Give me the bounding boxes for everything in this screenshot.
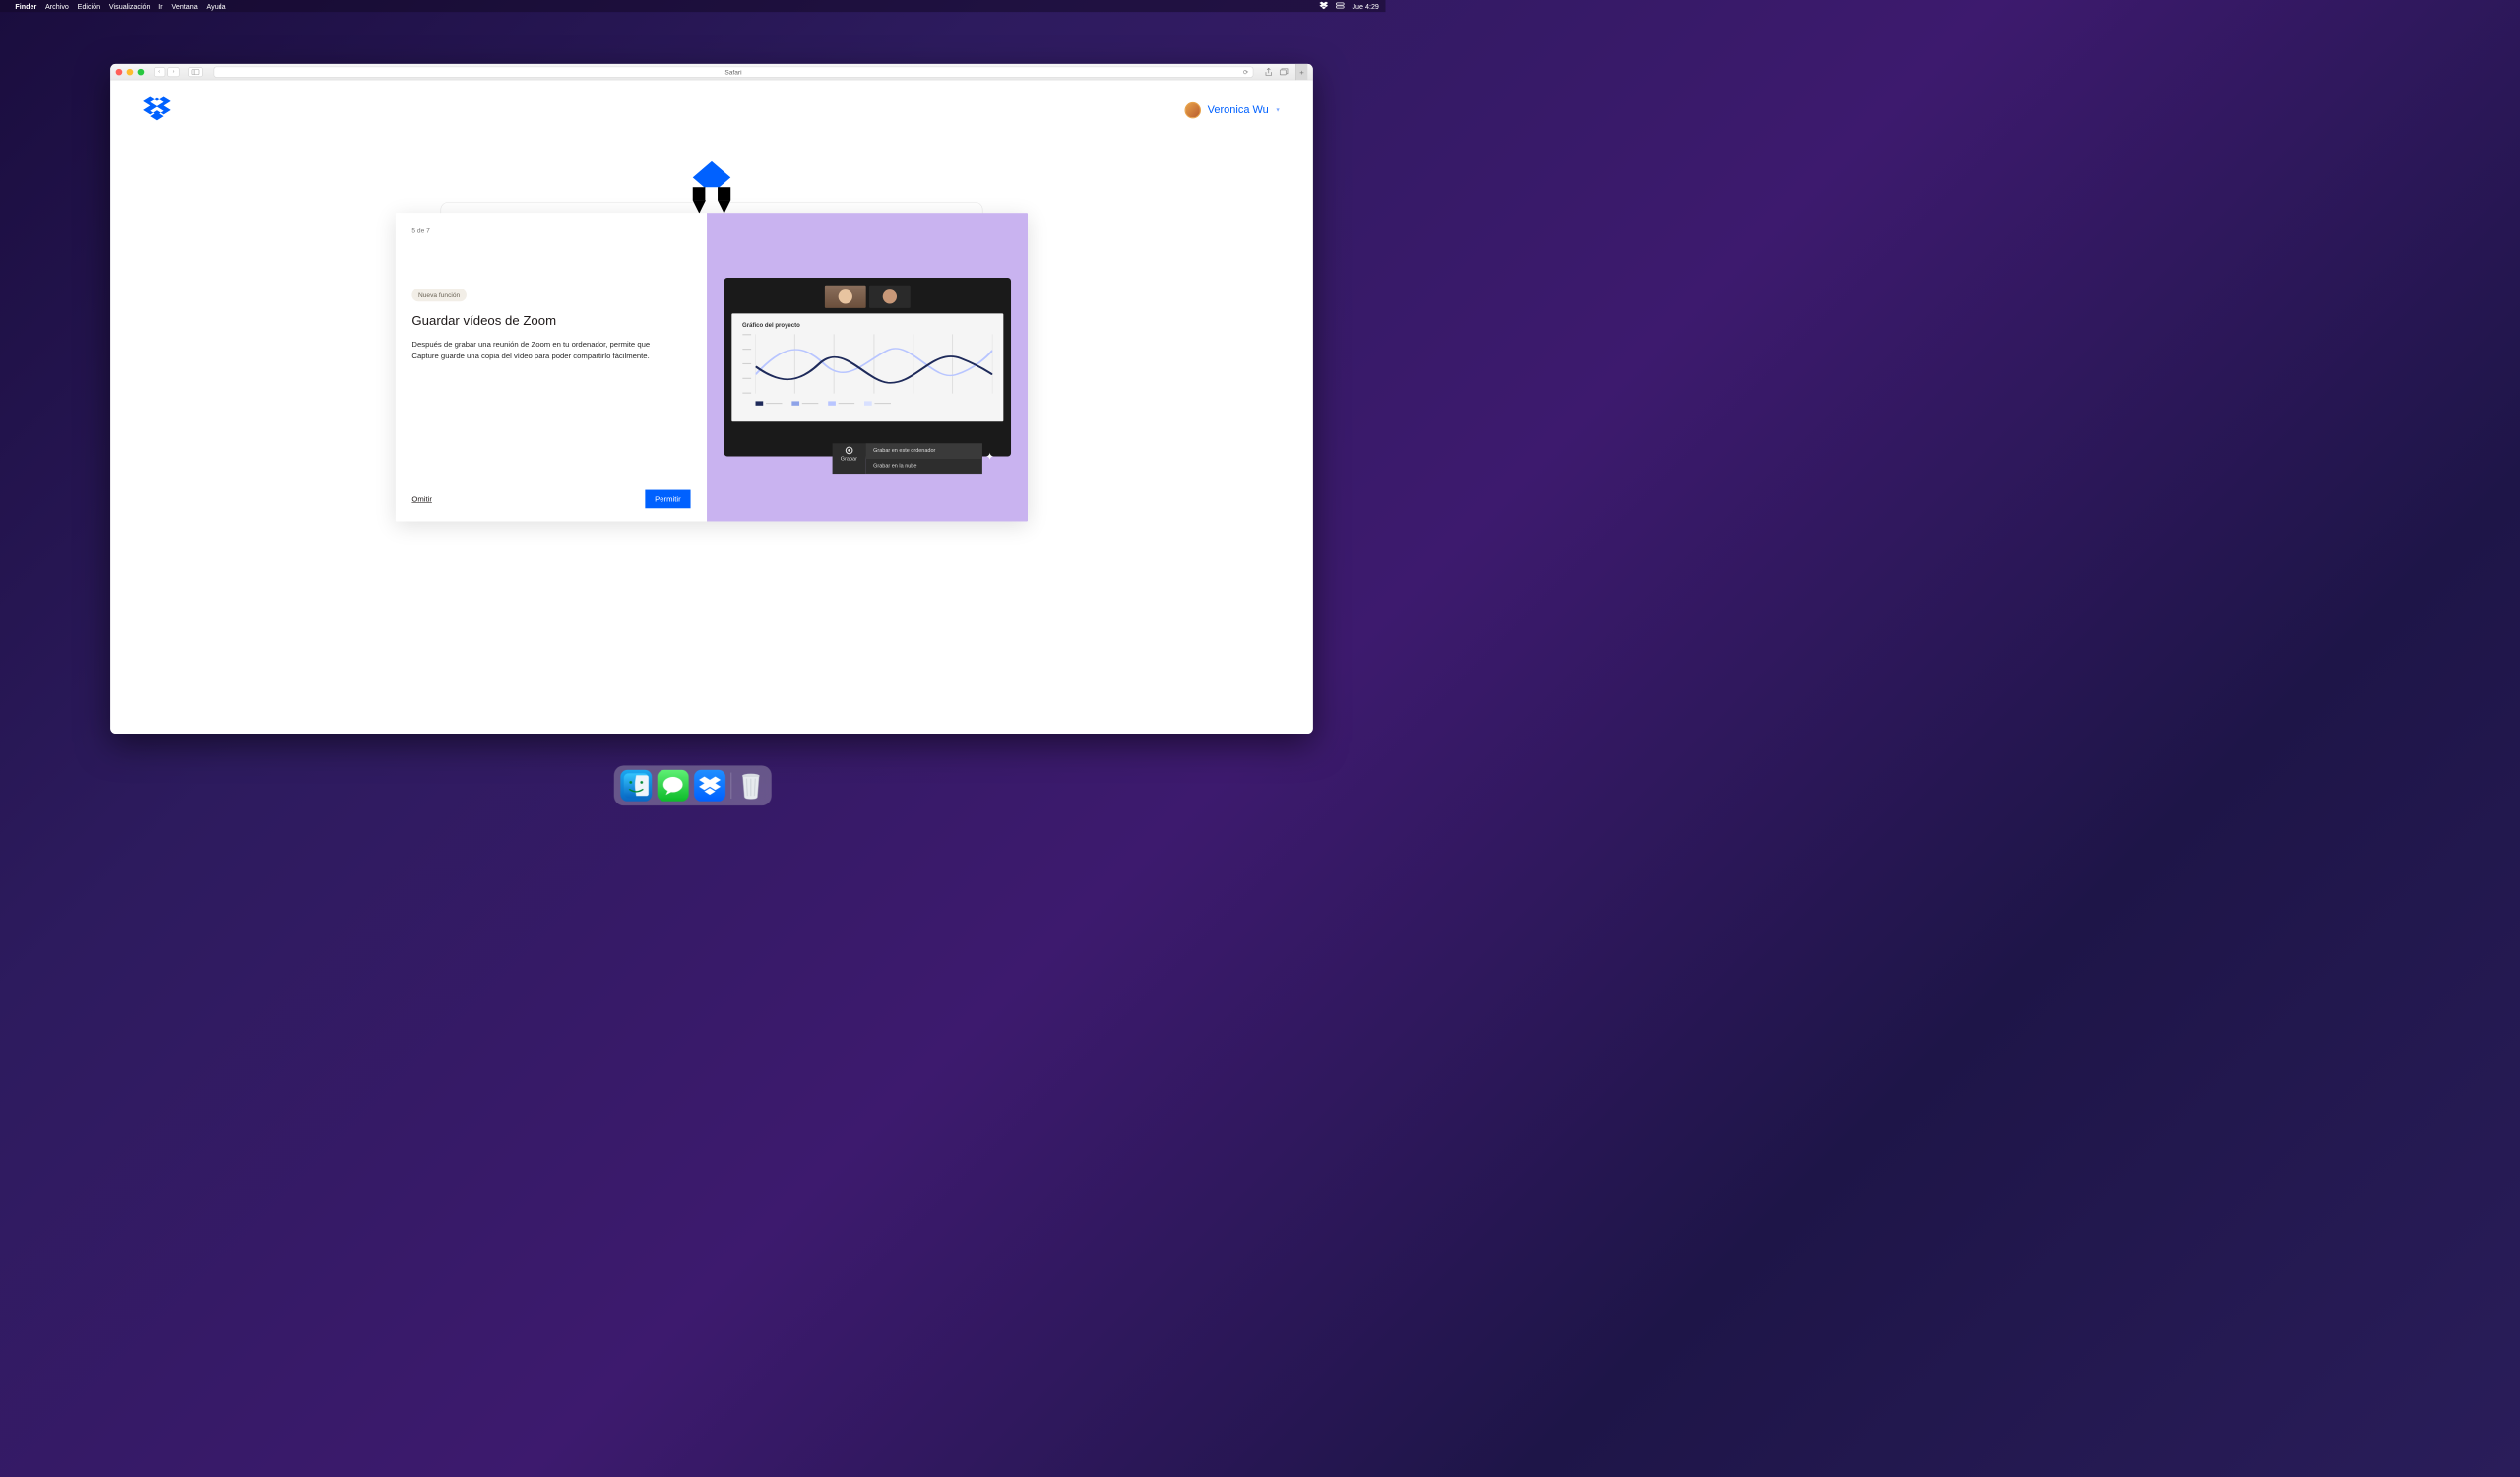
menubar-item-visualizacion[interactable]: Visualización xyxy=(109,2,151,10)
url-bar-text: Safari xyxy=(724,68,741,76)
capture-hero-icon xyxy=(674,161,750,217)
step-indicator: 5 de 7 xyxy=(411,226,690,234)
share-icon[interactable] xyxy=(1264,67,1273,76)
zoom-participant-thumbnail xyxy=(825,286,866,308)
safari-window: ‹ › Safari ⟳ + xyxy=(110,64,1313,734)
window-maximize-button[interactable] xyxy=(138,69,145,76)
modal-illustration-panel: Gráfico del proyecto xyxy=(707,213,1028,521)
chart-y-axis xyxy=(742,334,751,393)
window-traffic-lights xyxy=(116,69,145,76)
zoom-record-button[interactable]: Grabar xyxy=(832,443,865,474)
zoom-shared-slide: Gráfico del proyecto xyxy=(731,313,1003,421)
dock-trash[interactable] xyxy=(737,770,766,802)
safari-toolbar: ‹ › Safari ⟳ + xyxy=(110,64,1313,80)
window-minimize-button[interactable] xyxy=(127,69,134,76)
chevron-down-icon: ▼ xyxy=(1275,107,1280,113)
menubar-item-edicion[interactable]: Edición xyxy=(78,2,100,10)
slide-title: Gráfico del proyecto xyxy=(742,322,992,329)
record-cloud-option[interactable]: Grabar en la nube xyxy=(865,459,981,474)
dock-app-dropbox[interactable] xyxy=(694,770,725,802)
cursor-click-icon: ✦ xyxy=(985,451,993,463)
record-local-option[interactable]: Grabar en este ordenador xyxy=(865,443,981,458)
sidebar-toggle-button[interactable] xyxy=(188,67,202,77)
record-icon xyxy=(846,447,853,455)
onboarding-modal: 5 de 7 Nueva función Guardar vídeos de Z… xyxy=(396,213,1028,521)
zoom-participant-thumbnail xyxy=(869,286,911,308)
macos-dock xyxy=(614,765,772,805)
tabs-overview-icon[interactable] xyxy=(1280,67,1289,76)
chart-legend xyxy=(755,401,992,405)
dropbox-page-header: Veronica Wu ▼ xyxy=(110,80,1313,124)
dock-app-finder[interactable] xyxy=(620,770,652,802)
zoom-record-dropdown: Grabar en este ordenador Grabar en la nu… xyxy=(865,443,981,474)
skip-button[interactable]: Omitir xyxy=(411,495,432,504)
menubar-item-ventana[interactable]: Ventana xyxy=(171,2,197,10)
menubar-clock[interactable]: Jue 4:29 xyxy=(1352,2,1378,10)
menubar-app-name[interactable]: Finder xyxy=(15,2,36,10)
new-tab-button[interactable]: + xyxy=(1295,64,1307,80)
allow-button[interactable]: Permitir xyxy=(645,490,690,509)
safari-viewport: Veronica Wu ▼ 5 de 7 Nueva función Gua xyxy=(110,80,1313,734)
zoom-record-controls: Grabar Grabar en este ordenador Grabar e… xyxy=(832,443,981,474)
chart-lines-icon xyxy=(755,334,992,393)
dock-app-messages[interactable] xyxy=(658,770,689,802)
nav-forward-button[interactable]: › xyxy=(167,67,179,77)
zoom-preview-frame: Gráfico del proyecto xyxy=(724,278,1010,456)
window-close-button[interactable] xyxy=(116,69,123,76)
dropbox-menubar-icon[interactable] xyxy=(1319,1,1328,10)
menubar-item-ir[interactable]: Ir xyxy=(158,2,162,10)
user-avatar xyxy=(1185,102,1201,118)
modal-body-text: Después de grabar una reunión de Zoom en… xyxy=(411,339,676,362)
menubar-item-archivo[interactable]: Archivo xyxy=(45,2,69,10)
new-feature-badge: Nueva función xyxy=(411,289,466,301)
user-account-menu[interactable]: Veronica Wu ▼ xyxy=(1185,102,1281,118)
dropbox-logo-icon[interactable] xyxy=(143,96,171,124)
menubar-item-ayuda[interactable]: Ayuda xyxy=(206,2,225,10)
macos-menubar: Finder Archivo Edición Visualización Ir … xyxy=(0,0,1385,12)
url-address-bar[interactable]: Safari ⟳ xyxy=(214,66,1254,77)
reload-icon[interactable]: ⟳ xyxy=(1243,68,1249,76)
modal-title: Guardar vídeos de Zoom xyxy=(411,313,690,328)
record-label: Grabar xyxy=(841,456,857,462)
nav-back-button[interactable]: ‹ xyxy=(154,67,165,77)
control-center-icon[interactable] xyxy=(1336,2,1345,10)
modal-content-panel: 5 de 7 Nueva función Guardar vídeos de Z… xyxy=(396,213,707,521)
user-name: Veronica Wu xyxy=(1208,104,1269,117)
dock-separator xyxy=(731,773,732,799)
